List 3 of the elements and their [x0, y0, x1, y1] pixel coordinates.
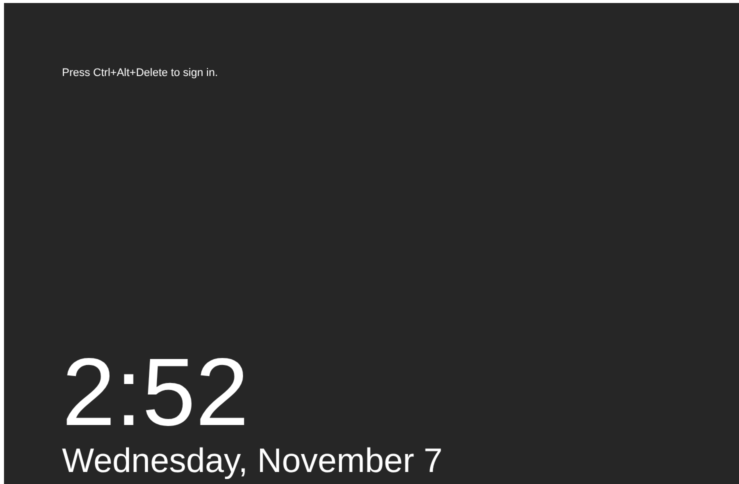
clock-date: Wednesday, November 7 [62, 442, 442, 480]
sign-in-prompt: Press Ctrl+Alt+Delete to sign in. [62, 66, 218, 81]
clock-time: 2:52 [62, 348, 249, 438]
